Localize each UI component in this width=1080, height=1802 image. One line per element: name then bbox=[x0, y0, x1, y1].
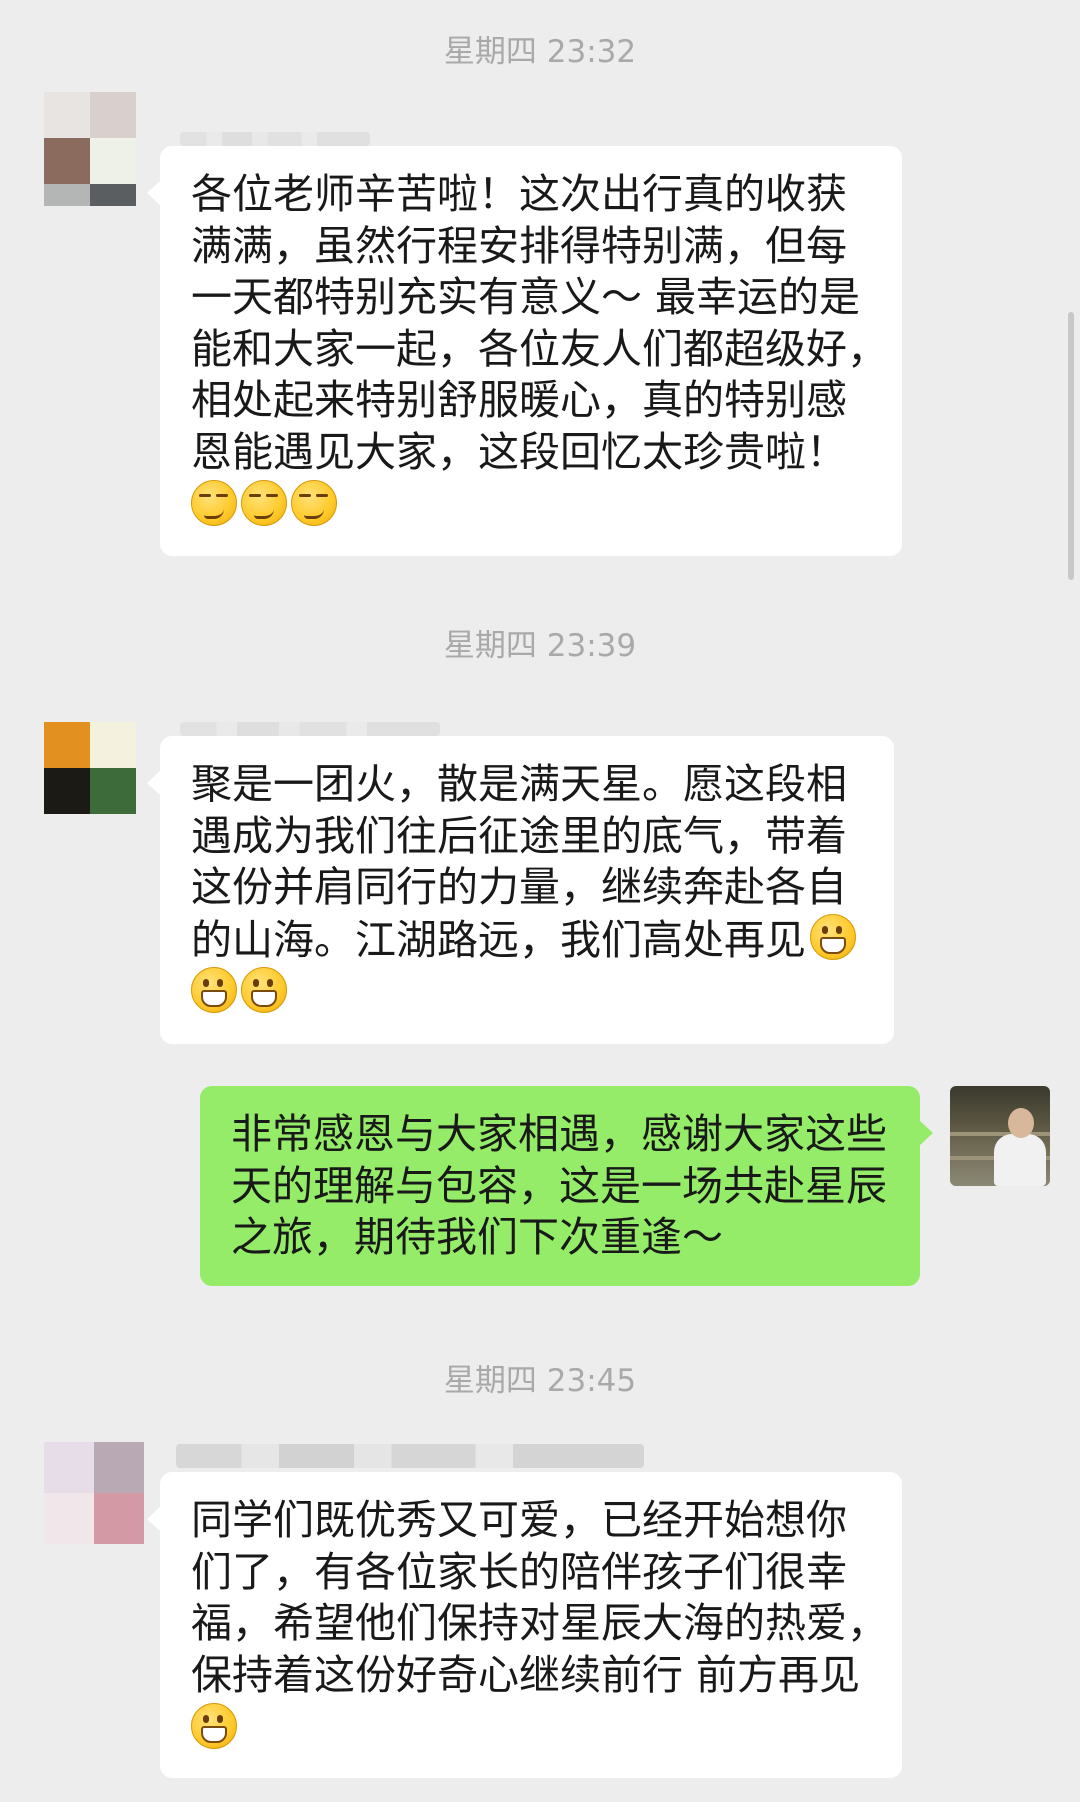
grin-emoji bbox=[191, 1703, 237, 1749]
emoji-row bbox=[191, 965, 866, 1019]
avatar[interactable] bbox=[44, 92, 136, 184]
smirk-emoji bbox=[241, 480, 287, 526]
message-line: 遇成为我们往后征途里的底气，带着 bbox=[191, 811, 847, 860]
message-line: 们了，有各位家长的陪伴孩子们很幸 bbox=[191, 1547, 847, 1596]
timestamp: 星期四 23:32 bbox=[443, 34, 637, 70]
grin-emoji bbox=[241, 967, 287, 1013]
avatar[interactable] bbox=[44, 1442, 144, 1544]
message-line: 相处起来特别舒服暖心，真的特别感 bbox=[191, 376, 847, 424]
message-line: 满满，虽然行程安排得特别满，但每 bbox=[191, 221, 847, 270]
message-line: 能和大家一起，各位友人们都超级好， bbox=[191, 324, 888, 373]
message-bubble-self[interactable]: 非常感恩与大家相遇，感谢大家这些 天的理解与包容，这是一场共赴星辰 之旅，期待我… bbox=[200, 1086, 933, 1286]
self-avatar[interactable] bbox=[950, 1086, 1050, 1186]
photo-detail bbox=[994, 1134, 1046, 1186]
message-line: 之旅，期待我们下次重逢～ bbox=[231, 1213, 723, 1261]
message-line: 聚是一团火，散是满天星。愿这段相 bbox=[191, 760, 847, 808]
smirk-emoji bbox=[291, 480, 337, 526]
message-line: 福，希望他们保持对星辰大海的热爱， bbox=[191, 1599, 888, 1647]
avatar-lower bbox=[44, 184, 136, 228]
message-line: 非常感恩与大家相遇，感谢大家这些 bbox=[231, 1110, 887, 1158]
sender-name-blurred bbox=[180, 132, 370, 146]
message-bubble[interactable]: 同学们既优秀又可爱，已经开始想你 们了，有各位家长的陪伴孩子们很幸 福，希望他们… bbox=[147, 1472, 902, 1778]
message-line: 同学们既优秀又可爱，已经开始想你 bbox=[191, 1496, 847, 1544]
message-bubble[interactable]: 各位老师辛苦啦！这次出行真的收获 满满，虽然行程安排得特别满，但每 一天都特别充… bbox=[147, 146, 902, 556]
scrollbar[interactable] bbox=[1068, 312, 1074, 580]
message-bubble[interactable]: 聚是一团火，散是满天星。愿这段相 遇成为我们往后征途里的底气，带着 这份并肩同行… bbox=[147, 736, 894, 1044]
message-line: 这份并肩同行的力量，继续奔赴各自 bbox=[191, 863, 847, 911]
grin-emoji bbox=[191, 967, 237, 1013]
sender-name-blurred bbox=[180, 722, 440, 736]
emoji-row bbox=[191, 1701, 874, 1755]
message-line: 保持着这份好奇心继续前行 前方再见 bbox=[191, 1650, 861, 1699]
message-line: 的山海。江湖路远，我们高处再见 bbox=[191, 913, 866, 966]
timestamp: 星期四 23:45 bbox=[443, 1363, 637, 1399]
message-text: 的山海。江湖路远，我们高处再见 bbox=[191, 915, 806, 964]
emoji-row bbox=[191, 478, 874, 532]
smirk-emoji bbox=[191, 480, 237, 526]
message-line: 一天都特别充实有意义～ 最幸运的是 bbox=[191, 273, 861, 321]
sender-name-blurred bbox=[176, 1444, 644, 1468]
photo-detail bbox=[1008, 1108, 1034, 1138]
avatar[interactable] bbox=[44, 722, 136, 814]
timestamp: 星期四 23:39 bbox=[443, 628, 637, 664]
message-line: 天的理解与包容，这是一场共赴星辰 bbox=[231, 1161, 887, 1210]
message-line: 各位老师辛苦啦！这次出行真的收获 bbox=[191, 170, 847, 218]
message-line: 恩能遇见大家，这段回忆太珍贵啦！ bbox=[191, 427, 847, 476]
grin-emoji bbox=[810, 913, 856, 960]
